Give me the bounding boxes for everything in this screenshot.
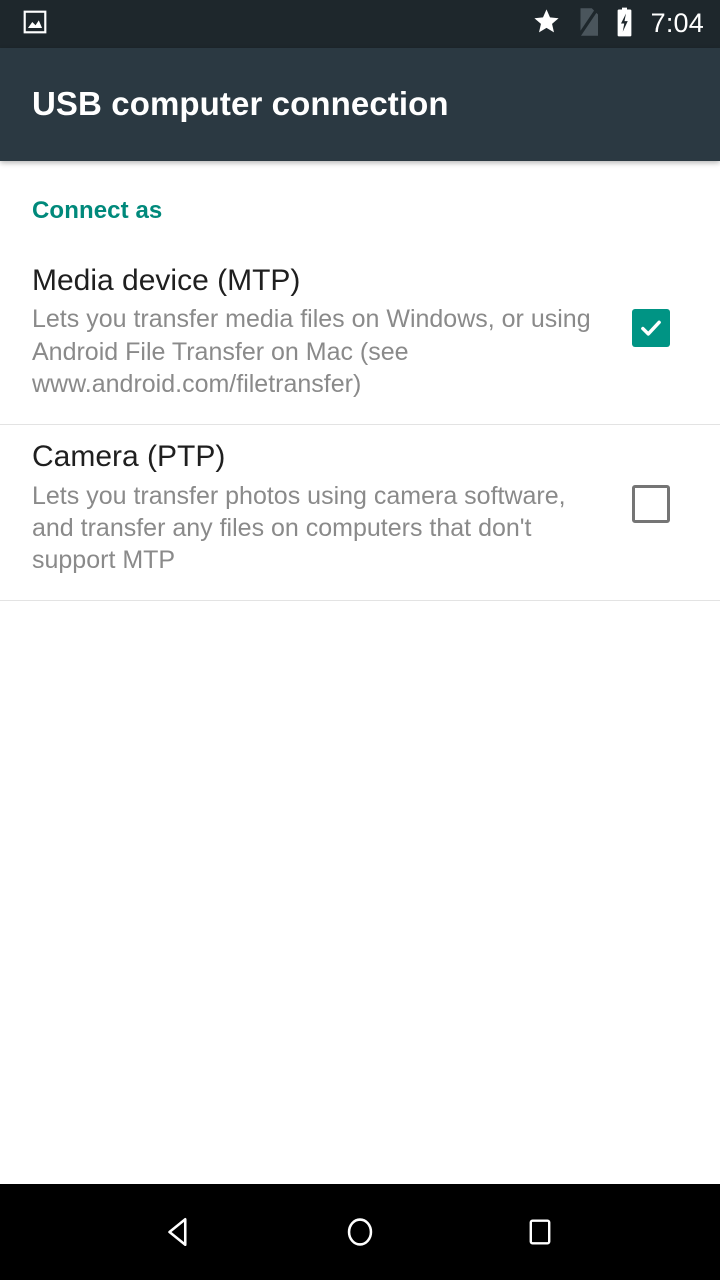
checkbox-camera-ptp[interactable] xyxy=(632,485,670,524)
checkbox-wrapper[interactable] xyxy=(614,309,688,347)
status-bar: 7:04 xyxy=(0,0,720,48)
battery-charging-icon xyxy=(615,7,634,42)
option-text-group: Camera (PTP) Lets you transfer photos us… xyxy=(32,439,614,576)
back-icon xyxy=(168,1217,187,1247)
section-header-connect-as: Connect as xyxy=(32,197,163,224)
checkbox-media-device-mtp[interactable] xyxy=(632,309,670,347)
status-bar-notifications xyxy=(22,9,532,40)
option-row-camera-ptp[interactable]: Camera (PTP) Lets you transfer photos us… xyxy=(0,425,720,602)
action-bar: USB computer connection xyxy=(0,48,720,161)
option-description: Lets you transfer media files on Windows… xyxy=(32,305,591,398)
star-icon xyxy=(532,7,561,41)
option-title: Media device (MTP) xyxy=(32,264,301,297)
nav-recents-button[interactable] xyxy=(500,1192,580,1272)
navigation-bar xyxy=(0,1184,720,1280)
image-notification-icon xyxy=(22,9,48,40)
page-title: USB computer connection xyxy=(32,85,449,123)
check-icon xyxy=(641,320,661,336)
phone-screen: 7:04 USB computer connection Connect as … xyxy=(0,0,720,1280)
status-bar-system-icons: 7:04 xyxy=(532,7,704,42)
home-icon xyxy=(347,1218,373,1246)
usb-mode-option-list: Media device (MTP) Lets you transfer med… xyxy=(0,251,720,602)
option-title: Camera (PTP) xyxy=(32,440,226,474)
no-sim-icon xyxy=(576,7,600,42)
settings-content: Connect as Media device (MTP) Lets you t… xyxy=(0,161,720,1184)
nav-back-button[interactable] xyxy=(140,1192,220,1272)
option-description: Lets you transfer photos using camera so… xyxy=(32,481,566,575)
checkbox-wrapper[interactable] xyxy=(614,485,688,524)
option-row-media-device-mtp[interactable]: Media device (MTP) Lets you transfer med… xyxy=(0,251,720,426)
option-text-group: Media device (MTP) Lets you transfer med… xyxy=(32,263,614,400)
recents-icon xyxy=(529,1219,551,1245)
status-bar-clock: 7:04 xyxy=(650,7,704,38)
nav-home-button[interactable] xyxy=(320,1192,400,1272)
